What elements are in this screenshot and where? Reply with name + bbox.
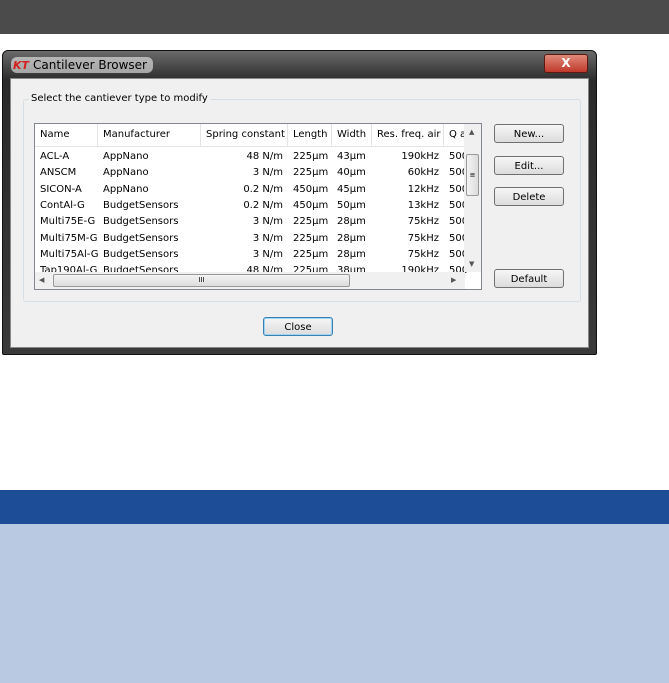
table-cell: 45µm <box>337 183 366 195</box>
table-cell: AppNano <box>103 183 149 195</box>
horizontal-scroll-thumb[interactable]: III <box>53 274 350 287</box>
table-cell: ANSCM <box>40 167 77 179</box>
table-cell: 3 N/m <box>252 216 283 228</box>
table-row[interactable]: Multi75E-G BudgetSensors 3 N/m 225µm 28µm 75k… <box>35 214 468 230</box>
window-title: Cantilever Browser <box>33 58 147 72</box>
table-cell: 28µm <box>337 232 366 244</box>
column-header[interactable]: Res. freq. air <box>372 124 444 146</box>
table-cell: 3 N/m <box>252 167 283 179</box>
default-button[interactable]: Default <box>494 269 564 288</box>
horizontal-scrollbar[interactable]: ◀ III ▶ <box>35 272 465 289</box>
table-cell: 225µm <box>293 151 329 162</box>
table-cell: 40µm <box>337 167 366 179</box>
table-cell: BudgetSensors <box>103 232 179 244</box>
table-cell: 75kHz <box>407 248 439 260</box>
cantilever-browser-dialog: KT Cantilever Browser X Select the cantie… <box>2 50 597 355</box>
blue-banner <box>0 490 669 524</box>
table-cell: Multi75E-G <box>40 216 96 228</box>
table-cell: 28µm <box>337 216 366 228</box>
scroll-down-icon[interactable]: ▼ <box>469 260 474 268</box>
table-row[interactable]: ACL-A AppNano 48 N/m 225µm 43µm 190kHz 500 <box>35 149 468 165</box>
dialog-client: Select the cantiever type to modify Name… <box>10 78 589 348</box>
table-row[interactable]: Multi75Al-G BudgetSensors 3 N/m 225µm 28µm 75… <box>35 247 468 263</box>
scroll-up-icon[interactable]: ▲ <box>469 128 474 136</box>
close-window-button[interactable]: X <box>544 54 588 73</box>
table-cell: 60kHz <box>407 167 439 179</box>
table-cell: SICON-A <box>40 183 82 195</box>
table-cell: AppNano <box>103 167 149 179</box>
group-label: Select the cantiever type to modify <box>29 93 210 104</box>
table-cell: ContAl-G <box>40 199 85 211</box>
table-cell: 0.2 N/m <box>243 199 283 211</box>
table-cell: 28µm <box>337 248 366 260</box>
table-cell: 450µm <box>293 183 329 195</box>
table-cell: 13kHz <box>407 199 439 211</box>
top-bar <box>0 0 669 34</box>
column-header[interactable]: Width <box>332 124 372 146</box>
table-row[interactable]: ANSCM AppNano 3 N/m 225µm 40µm 60kHz 500 <box>35 165 468 181</box>
table-cell: 190kHz <box>401 151 439 162</box>
table-cell: BudgetSensors <box>103 248 179 260</box>
table-cell: 0.2 N/m <box>243 183 283 195</box>
blue-panel <box>0 524 669 683</box>
table-cell: 43µm <box>337 151 366 162</box>
table-cell: 48 N/m <box>246 151 284 162</box>
table-cell: 3 N/m <box>252 248 283 260</box>
table-cell: BudgetSensors <box>103 199 179 211</box>
table-cell: 75kHz <box>407 232 439 244</box>
table-cell: 225µm <box>293 167 329 179</box>
table-cell: 225µm <box>293 232 329 244</box>
column-header[interactable]: Name <box>35 124 98 146</box>
table-cell: AppNano <box>103 151 149 162</box>
list-header: Name Manufacturer Spring constant Length Wid… <box>35 124 469 147</box>
column-header[interactable]: Spring constant <box>201 124 288 146</box>
table-row[interactable]: Multi75M-G BudgetSensors 3 N/m 225µm 28µm 75k… <box>35 231 468 247</box>
table-cell: 50µm <box>337 199 366 211</box>
new-button[interactable]: New... <box>494 124 564 143</box>
scroll-right-icon[interactable]: ▶ <box>451 276 456 284</box>
table-cell: 12kHz <box>407 183 439 195</box>
scroll-left-icon[interactable]: ◀ <box>39 276 44 284</box>
edit-button[interactable]: Edit... <box>494 156 564 175</box>
column-header[interactable]: Manufacturer <box>98 124 201 146</box>
table-cell: 450µm <box>293 199 329 211</box>
delete-button[interactable]: Delete <box>494 187 564 206</box>
table-cell: 3 N/m <box>252 232 283 244</box>
app-logo-icon: KT <box>13 59 30 72</box>
vertical-scroll-thumb[interactable]: ≡ <box>466 154 479 196</box>
title-bar: KT Cantilever Browser <box>11 57 153 73</box>
table-row[interactable]: ContAl-G BudgetSensors 0.2 N/m 450µm 50µm 13k… <box>35 198 468 214</box>
table-cell: Multi75M-G <box>40 232 98 244</box>
vertical-scrollbar[interactable]: ▲ ≡ ▼ <box>464 124 481 272</box>
table-cell: ACL-A <box>40 151 70 162</box>
table-cell: 225µm <box>293 216 329 228</box>
table-cell: Multi75Al-G <box>40 248 98 260</box>
column-header[interactable]: Length <box>288 124 332 146</box>
table-cell: BudgetSensors <box>103 216 179 228</box>
table-cell: 225µm <box>293 248 329 260</box>
close-button[interactable]: Close <box>263 317 333 336</box>
cantilever-list[interactable]: Name Manufacturer Spring constant Length Wid… <box>34 123 482 290</box>
table-cell: 75kHz <box>407 216 439 228</box>
table-row[interactable]: SICON-A AppNano 0.2 N/m 450µm 45µm 12kHz 500 <box>35 182 468 198</box>
